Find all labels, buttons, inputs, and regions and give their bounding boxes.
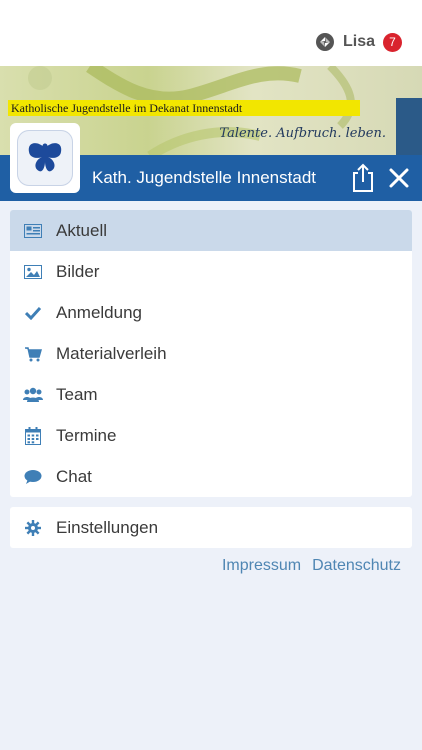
app-logo	[10, 123, 80, 193]
share-icon[interactable]	[350, 163, 376, 193]
menu-item-label: Termine	[56, 425, 117, 445]
impressum-link[interactable]: Impressum	[222, 557, 301, 575]
menu-item-materialverleih[interactable]: Materialverleih	[10, 333, 412, 374]
chat-bubble-icon	[10, 456, 56, 497]
newspaper-icon	[10, 210, 56, 251]
banner-slogan: Talente. Aufbruch. leben.	[219, 126, 386, 141]
menu-item-aktuell[interactable]: Aktuell	[10, 210, 412, 251]
check-icon	[10, 292, 56, 333]
user-name: Lisa	[342, 33, 375, 50]
menu-item-label: Team	[56, 384, 98, 404]
image-icon	[10, 251, 56, 292]
menu-item-label: Aktuell	[56, 220, 108, 240]
user-menu[interactable]: Lisa 7	[315, 32, 402, 52]
menu-item-termine[interactable]: Termine	[10, 415, 412, 456]
menu-item-label: Materialverleih	[56, 343, 167, 363]
top-bar: Lisa 7	[0, 0, 422, 66]
menu-item-einstellungen[interactable]: Einstellungen	[10, 507, 412, 548]
notification-badge[interactable]: 7	[383, 32, 402, 52]
users-icon	[10, 374, 56, 415]
banner-accent	[396, 98, 422, 158]
logo-icon	[17, 130, 73, 186]
menu-item-label: Bilder	[56, 261, 100, 281]
gear-icon	[10, 507, 56, 548]
menu-item-bilder[interactable]: Bilder	[10, 251, 412, 292]
settings-label: Einstellungen	[56, 517, 159, 537]
menu-item-chat[interactable]: Chat	[10, 456, 412, 497]
close-icon[interactable]	[386, 165, 412, 191]
footer-links: Impressum Datenschutz	[211, 557, 401, 575]
butterfly-icon	[28, 143, 62, 172]
menu-item-label: Chat	[56, 466, 92, 486]
menu-item-anmeldung[interactable]: Anmeldung	[10, 292, 412, 333]
menu-item-label: Anmeldung	[56, 302, 143, 322]
cart-icon	[10, 333, 56, 374]
menu-item-team[interactable]: Team	[10, 374, 412, 415]
main-menu: Aktuell Bilder Anmeldung Materialverleih…	[10, 210, 412, 497]
user-status-icon	[315, 33, 334, 51]
calendar-icon	[10, 415, 56, 456]
datenschutz-link[interactable]: Datenschutz	[312, 557, 401, 575]
page-title: Kath. Jugendstelle Innenstadt	[92, 168, 316, 187]
banner-organization-line: Katholische Jugendstelle im Dekanat Inne…	[8, 100, 360, 116]
